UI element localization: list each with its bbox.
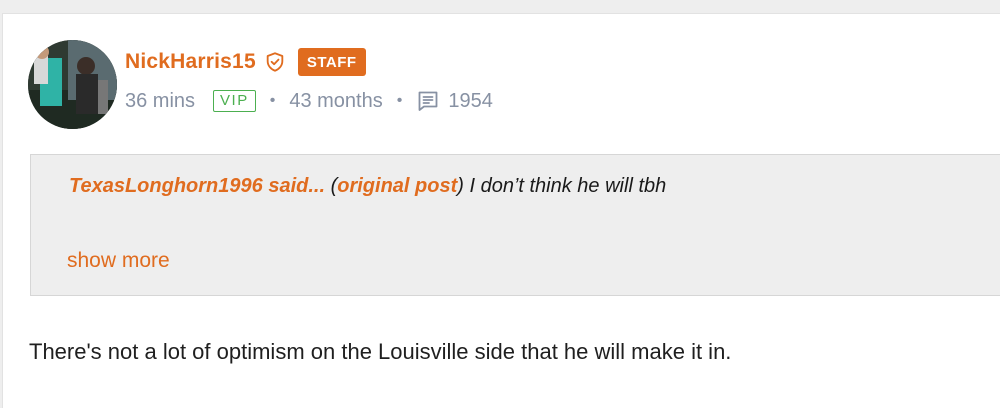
post-count: 1954	[448, 89, 493, 112]
username-link[interactable]: NickHarris15	[125, 50, 256, 74]
quoted-user-link[interactable]: TexasLonghorn1996 said...	[69, 175, 325, 197]
post-timestamp[interactable]: 36 mins	[125, 90, 195, 113]
post-body: There's not a lot of optimism on the Lou…	[29, 339, 732, 364]
meta-row: 36 mins VIP • 43 months • 1954	[125, 88, 493, 114]
post-card: NickHarris15 STAFF 36 mins VIP • 43 mont…	[2, 13, 1000, 408]
avatar-photo	[28, 40, 117, 129]
message-square-icon	[416, 89, 440, 113]
show-more-link[interactable]: show more	[67, 249, 170, 273]
quote-block: TexasLonghorn1996 said... (original post…	[30, 154, 1000, 296]
quote-text: I don’t think he will tbh	[463, 175, 667, 197]
separator-dot: •	[396, 92, 403, 109]
staff-badge: STAFF	[297, 48, 366, 76]
vip-badge: VIP	[213, 90, 256, 112]
membership-duration: 43 months	[289, 89, 383, 112]
quote-open-paren: (	[325, 175, 338, 197]
avatar[interactable]	[28, 40, 117, 129]
separator-dot: •	[269, 92, 276, 109]
quote-close-paren: )	[457, 175, 464, 197]
author-row: NickHarris15 STAFF	[125, 46, 366, 78]
shield-check-icon	[264, 51, 286, 73]
quote-line: TexasLonghorn1996 said... (original post…	[69, 175, 666, 198]
original-post-link[interactable]: original post	[337, 175, 457, 197]
